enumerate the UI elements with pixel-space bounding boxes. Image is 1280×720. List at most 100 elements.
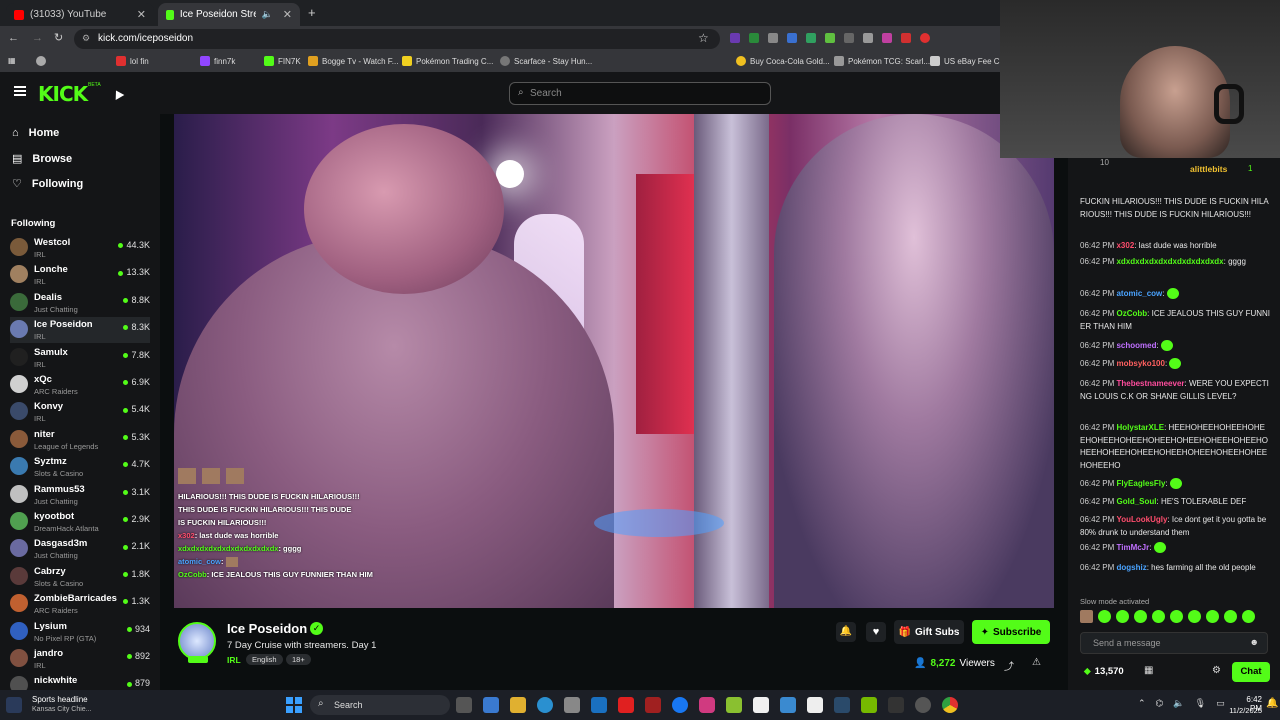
instagram-icon[interactable] xyxy=(699,697,715,713)
chat-send-button[interactable]: Chat xyxy=(1232,662,1270,682)
chat-input[interactable]: Send a message ☻ xyxy=(1080,632,1268,654)
notification-bell-icon[interactable]: 🔔 xyxy=(836,622,856,642)
chat-username[interactable]: Thebestnameever xyxy=(1116,379,1184,388)
bookmark-fin7k[interactable]: FIN7K xyxy=(264,56,301,66)
following-item[interactable]: Ice Poseidon IRL 8.3K xyxy=(10,317,150,344)
following-item[interactable]: Lysium No Pixel RP (GTA) 934 xyxy=(10,619,150,645)
chat-message[interactable]: 06:42 PM dogshiz: hes farming all the ol… xyxy=(1080,562,1270,575)
chat-message[interactable]: 06:42 PM TimMcJr: xyxy=(1080,542,1270,555)
file-explorer-icon[interactable] xyxy=(510,697,526,713)
category-link[interactable]: IRL xyxy=(227,655,241,665)
bookmark-scarface[interactable]: Scarface - Stay Hun... xyxy=(500,56,592,66)
apps-icon[interactable]: ▦ xyxy=(8,56,16,65)
notification-bell-icon[interactable]: 🔔 xyxy=(1266,698,1278,709)
bookmark-star-icon[interactable]: ☆ xyxy=(698,31,709,45)
chat-username[interactable]: TimMcJr xyxy=(1116,543,1149,552)
site-info-icon[interactable]: ⚙ xyxy=(82,33,90,44)
chat-username[interactable]: x302 xyxy=(1116,241,1134,250)
following-item[interactable]: niter League of Legends 5.3K xyxy=(10,427,150,453)
close-icon[interactable]: ✕ xyxy=(137,8,146,21)
bookmark-icon[interactable] xyxy=(36,56,46,66)
chat-message[interactable]: 06:42 PM Gold_Soul: HE'S TOLERABLE DEF xyxy=(1080,496,1270,509)
app-icon[interactable] xyxy=(726,697,742,713)
clock-date[interactable]: 11/2/2025 xyxy=(1226,706,1262,715)
chat-username[interactable]: OzCobb xyxy=(1116,309,1147,318)
emote-icon[interactable] xyxy=(1224,610,1237,623)
share-icon[interactable]: ⤴ xyxy=(1004,658,1014,673)
chat-message[interactable]: 06:42 PM schoomed: xyxy=(1080,340,1270,353)
battery-icon[interactable]: ▭ xyxy=(1216,698,1225,709)
bookmark-ebay[interactable]: US eBay Fee Calc xyxy=(930,56,1010,66)
extension-icon[interactable] xyxy=(901,33,911,43)
extension-icon[interactable] xyxy=(787,33,797,43)
url-field[interactable]: ⚙ kick.com/iceposeidon ☆ xyxy=(74,29,720,49)
app-icon[interactable] xyxy=(780,697,796,713)
emoji-icon[interactable]: ☻ xyxy=(1250,637,1259,647)
chat-username[interactable]: dogshiz xyxy=(1116,563,1146,572)
chat-message[interactable]: 06:42 PM x302: last dude was horrible xyxy=(1080,240,1270,253)
chat-message[interactable]: 06:42 PM Thebestnameever: WERE YOU EXPEC… xyxy=(1080,378,1270,403)
chat-username[interactable]: HolystarXLE xyxy=(1116,423,1164,432)
nav-home[interactable]: ⌂ Home xyxy=(12,127,59,139)
calendar-icon[interactable]: ▦ xyxy=(1144,665,1153,676)
bookmark-coca-cola[interactable]: Buy Coca-Cola Gold... xyxy=(736,56,830,66)
follow-heart-icon[interactable]: ♥ xyxy=(866,622,886,642)
emote-icon[interactable] xyxy=(1188,610,1201,623)
emote-icon[interactable] xyxy=(1080,610,1093,623)
chat-username[interactable]: mobsyko100 xyxy=(1116,359,1164,368)
settings-gear-icon[interactable]: ⚙ xyxy=(1212,665,1221,676)
amazon-icon[interactable] xyxy=(753,697,769,713)
following-item[interactable]: Westcol IRL 44.3K xyxy=(10,235,150,261)
outlook-icon[interactable] xyxy=(591,697,607,713)
forward-icon[interactable]: → xyxy=(32,32,43,44)
menu-icon[interactable] xyxy=(14,86,26,96)
extension-icon[interactable] xyxy=(920,33,930,43)
taskbar-search[interactable]: ⌕ Search xyxy=(310,695,450,715)
bookmark-finn7k[interactable]: finn7k xyxy=(200,56,235,66)
reload-icon[interactable]: ↻ xyxy=(54,31,63,44)
following-item[interactable]: Konvy IRL 5.4K xyxy=(10,399,150,425)
bookmark-pokemon[interactable]: Pokémon Trading C... xyxy=(402,56,493,66)
bookmark-bogge[interactable]: Bogge Tv - Watch F... xyxy=(308,56,398,66)
facebook-icon[interactable] xyxy=(672,697,688,713)
volume-icon[interactable]: 🔈 xyxy=(1173,698,1184,709)
news-title[interactable]: Sports headline xyxy=(32,695,88,704)
extension-icon[interactable] xyxy=(730,33,740,43)
following-item[interactable]: Dasgasd3m Just Chatting 2.1K xyxy=(10,536,150,562)
following-item[interactable]: kyootbot DreamHack Atlanta 2.9K xyxy=(10,509,150,535)
subscribe-button[interactable]: ✦ Subscribe xyxy=(972,620,1050,644)
mic-icon[interactable]: 🎙 xyxy=(1195,698,1206,709)
nav-following[interactable]: ♡ Following xyxy=(12,177,83,191)
tab-youtube[interactable]: (31033) YouTube ✕ xyxy=(6,3,154,26)
search-input[interactable]: ⌕ Search xyxy=(509,82,771,105)
nvidia-icon[interactable] xyxy=(861,697,877,713)
following-item[interactable]: Syztmz Slots & Casino 4.7K xyxy=(10,454,150,480)
report-icon[interactable]: ⚠ xyxy=(1032,657,1041,668)
emote-icon[interactable] xyxy=(1242,610,1255,623)
app-icon[interactable] xyxy=(645,697,661,713)
chevron-up-icon[interactable]: ⌃ xyxy=(1138,698,1146,709)
emote-icon[interactable] xyxy=(1116,610,1129,623)
chat-message[interactable]: 06:42 PM HolystarXLE: HEEHOHEEHOHEEHOHEE… xyxy=(1080,422,1270,472)
chat-message[interactable]: 06:42 PM YouLookUgly: Ice dont get it yo… xyxy=(1080,514,1270,539)
emote-icon[interactable] xyxy=(1152,610,1165,623)
extension-icon[interactable] xyxy=(882,33,892,43)
tag-english[interactable]: English xyxy=(246,654,283,665)
task-view-icon[interactable] xyxy=(456,697,472,713)
chat-message[interactable]: 06:42 PM atomic_cow: xyxy=(1080,288,1270,301)
chat-username[interactable]: xdxdxdxdxdxdxdxdxdxdxdx xyxy=(1116,257,1223,266)
extension-icon[interactable] xyxy=(806,33,816,43)
chat-message[interactable]: 06:42 PM mobsyko100: xyxy=(1080,358,1270,371)
back-icon[interactable]: ← xyxy=(8,32,19,44)
chat-username[interactable]: YouLookUgly xyxy=(1116,515,1167,524)
following-item[interactable]: jandro IRL 892 xyxy=(10,646,150,672)
following-item[interactable]: xQc ARC Raiders 6.9K xyxy=(10,372,150,398)
emote-icon[interactable] xyxy=(1206,610,1219,623)
avatar[interactable] xyxy=(178,622,216,660)
gift-subs-button[interactable]: 🎁 Gift Subs xyxy=(894,620,964,644)
bookmark-lol-fin[interactable]: lol fin xyxy=(116,56,149,66)
extension-icon[interactable] xyxy=(749,33,759,43)
channel-points[interactable]: ⬥ 13,570 xyxy=(1084,666,1124,677)
chat-message[interactable]: 06:42 PM OzCobb: ICE JEALOUS THIS GUY FU… xyxy=(1080,308,1270,333)
app-icon[interactable] xyxy=(807,697,823,713)
